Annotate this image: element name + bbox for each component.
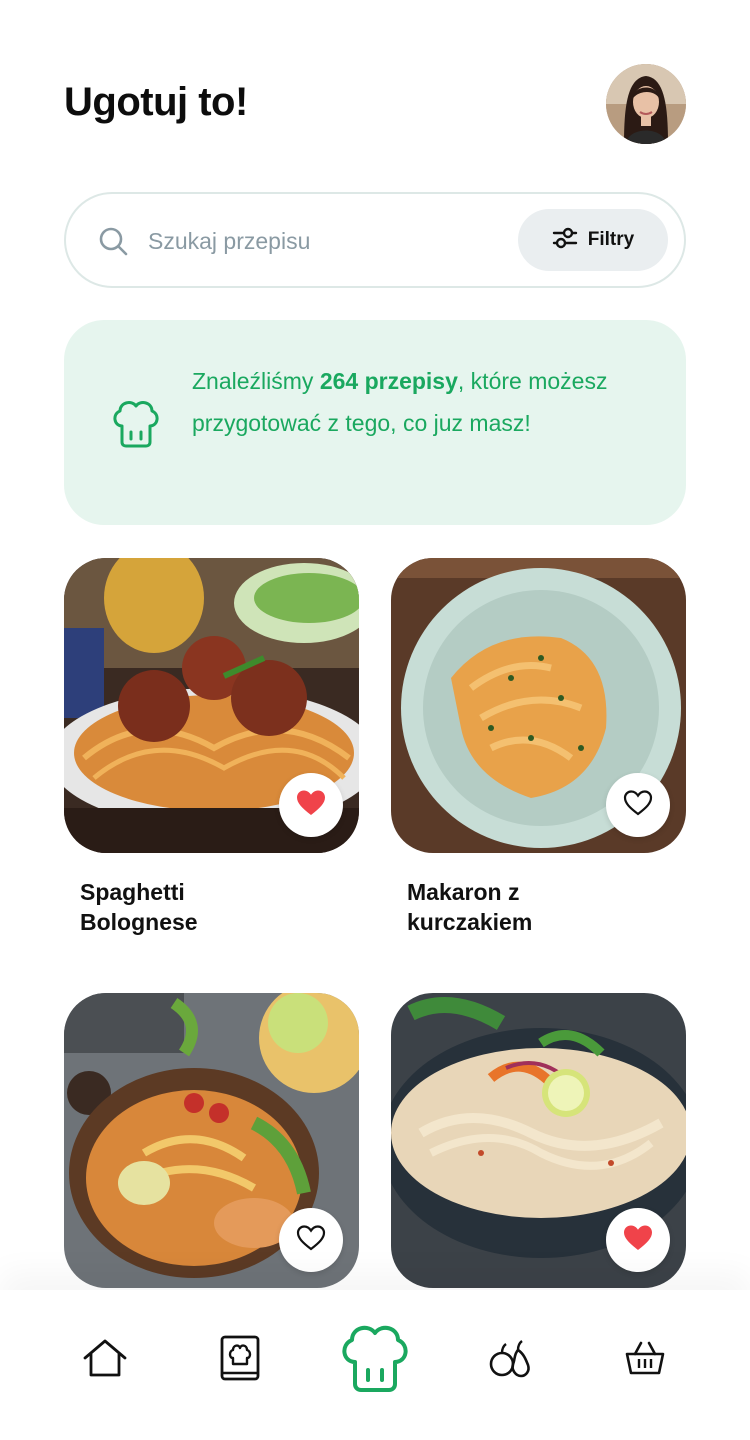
- fruits-icon: [488, 1338, 532, 1383]
- search-icon: [98, 226, 128, 256]
- bottom-navigation: [0, 1290, 750, 1440]
- favorite-button[interactable]: [606, 773, 670, 837]
- favorite-button[interactable]: [279, 1208, 343, 1272]
- nav-chef[interactable]: [337, 1320, 413, 1396]
- nav-ingredients[interactable]: [480, 1330, 540, 1390]
- chef-hat-icon: [108, 394, 164, 450]
- sliders-icon: [552, 226, 578, 255]
- recipe-card[interactable]: [391, 993, 686, 1288]
- results-message: Znaleźliśmy 264 przepisy, które możesz p…: [192, 360, 652, 444]
- recipe-name[interactable]: Spaghetti Bolognese: [64, 877, 304, 937]
- chef-hat-icon: [337, 1318, 413, 1399]
- heart-outline-icon: [623, 789, 653, 822]
- basket-icon: [625, 1340, 665, 1381]
- nav-home[interactable]: [75, 1330, 135, 1390]
- recipe-image[interactable]: [64, 993, 359, 1288]
- nav-basket[interactable]: [615, 1330, 675, 1390]
- results-count: 264 przepisy: [319, 368, 458, 394]
- recipe-card[interactable]: Spaghetti Bolognese: [64, 558, 359, 937]
- recipe-image[interactable]: [391, 558, 686, 853]
- recipe-name[interactable]: Makaron z kurczakiem: [391, 877, 631, 937]
- cookbook-icon: [219, 1334, 261, 1387]
- favorite-button[interactable]: [279, 773, 343, 837]
- heart-filled-icon: [296, 789, 326, 822]
- avatar[interactable]: [606, 64, 686, 144]
- nav-cookbook[interactable]: [210, 1330, 270, 1390]
- search-input[interactable]: [148, 218, 508, 264]
- results-banner: Znaleźliśmy 264 przepisy, które możesz p…: [64, 320, 686, 525]
- results-text-before: Znaleźliśmy: [192, 368, 320, 394]
- home-icon: [81, 1338, 129, 1383]
- recipe-image[interactable]: [64, 558, 359, 853]
- page-title: Ugotuj to!: [64, 80, 248, 124]
- heart-outline-icon: [296, 1224, 326, 1257]
- filters-label: Filtry: [587, 229, 635, 250]
- recipe-card[interactable]: Makaron z kurczakiem: [391, 558, 686, 937]
- filters-button[interactable]: Filtry: [518, 209, 668, 271]
- search-bar: Filtry: [64, 192, 686, 288]
- heart-filled-icon: [623, 1224, 653, 1257]
- recipe-card[interactable]: [64, 993, 359, 1288]
- favorite-button[interactable]: [606, 1208, 670, 1272]
- header: Ugotuj to!: [64, 64, 686, 144]
- recipe-image[interactable]: [391, 993, 686, 1288]
